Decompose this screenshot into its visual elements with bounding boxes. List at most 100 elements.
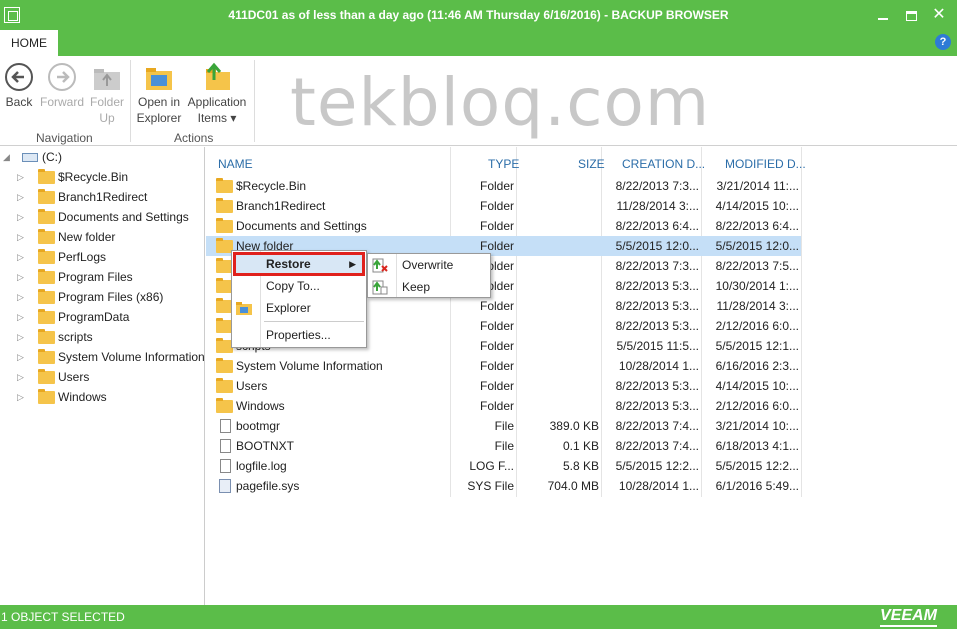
- close-button[interactable]: ✕: [928, 5, 950, 25]
- tree-item[interactable]: ▷ Documents and Settings: [0, 207, 205, 227]
- folder-icon: [216, 398, 233, 413]
- tree-root-drive[interactable]: ◢ (C:): [0, 147, 205, 167]
- table-row[interactable]: Windows Folder 8/22/2013 5:3... 2/12/2016 6…: [206, 396, 801, 416]
- cell-type: SYS File: [467, 479, 514, 493]
- folder-icon: [216, 198, 233, 213]
- collapsed-arrow-icon[interactable]: ▷: [17, 387, 27, 407]
- collapsed-arrow-icon[interactable]: ▷: [17, 167, 27, 187]
- cell-modified: 4/14/2015 10:...: [715, 379, 799, 393]
- maximize-button[interactable]: [900, 5, 922, 25]
- collapsed-arrow-icon[interactable]: ▷: [17, 327, 27, 347]
- menu-item-restore[interactable]: Restore ▶: [233, 252, 365, 276]
- forward-button[interactable]: Forward: [40, 62, 84, 110]
- tree-item[interactable]: ▷ $Recycle.Bin: [0, 167, 205, 187]
- cell-created: 8/22/2013 7:3...: [615, 259, 699, 273]
- column-header-type[interactable]: TYPE: [488, 157, 519, 171]
- collapsed-arrow-icon[interactable]: ▷: [17, 187, 27, 207]
- folder-icon: [38, 209, 55, 224]
- collapsed-arrow-icon[interactable]: ▷: [17, 287, 27, 307]
- window-title: 411DC01 as of less than a day ago (11:46…: [228, 8, 729, 22]
- cell-size: 0.1 KB: [562, 439, 599, 453]
- tree-item[interactable]: ▷ PerfLogs: [0, 247, 205, 267]
- tree-root-label: (C:): [42, 150, 62, 164]
- cell-modified: 3/21/2014 10:...: [715, 419, 799, 433]
- minimize-button[interactable]: [872, 5, 894, 25]
- cell-created: 8/22/2013 5:3...: [615, 319, 699, 333]
- table-row[interactable]: Documents and Settings Folder 8/22/2013 6:…: [206, 216, 801, 236]
- cell-modified: 5/5/2015 12:1...: [715, 339, 799, 353]
- application-items-button[interactable]: Application Items ▾: [186, 62, 248, 126]
- tree-item[interactable]: ▷ New folder: [0, 227, 205, 247]
- tree-item[interactable]: ▷ Program Files: [0, 267, 205, 287]
- column-separator: [801, 147, 802, 497]
- collapsed-arrow-icon[interactable]: ▷: [17, 347, 27, 367]
- tree-item[interactable]: ▷ Windows: [0, 387, 205, 407]
- submenu-arrow-icon: ▶: [349, 259, 356, 269]
- cell-name: Documents and Settings: [236, 219, 367, 233]
- file-icon: [220, 439, 231, 453]
- maximize-icon: [905, 11, 917, 22]
- table-row[interactable]: Branch1Redirect Folder 11/28/2014 3:... 4/1…: [206, 196, 801, 216]
- tree-item[interactable]: ▷ scripts: [0, 327, 205, 347]
- status-text: 1 OBJECT SELECTED: [1, 610, 125, 624]
- tree-item[interactable]: ▷ Program Files (x86): [0, 287, 205, 307]
- menu-item-overwrite[interactable]: Overwrite: [368, 254, 490, 276]
- title-bar: 411DC01 as of less than a day ago (11:46…: [0, 0, 957, 30]
- cell-type: Folder: [479, 299, 514, 313]
- tree-item[interactable]: ▷ System Volume Information: [0, 347, 205, 367]
- table-row[interactable]: BOOTNXT File 0.1 KB 8/22/2013 7:4... 6/18/20…: [206, 436, 801, 456]
- tree-item[interactable]: ▷ Users: [0, 367, 205, 387]
- folder-icon: [38, 289, 55, 304]
- tree-item-label: Branch1Redirect: [58, 190, 148, 204]
- column-header-name[interactable]: NAME: [218, 157, 253, 171]
- table-row[interactable]: logfile.log LOG F... 5.8 KB 5/5/2015 12:2..…: [206, 456, 801, 476]
- expanded-arrow-icon[interactable]: ◢: [3, 147, 13, 167]
- keep-icon: [372, 280, 388, 295]
- table-row[interactable]: $Recycle.Bin Folder 8/22/2013 7:3... 3/21/2…: [206, 176, 801, 196]
- tree-item[interactable]: ▷ ProgramData: [0, 307, 205, 327]
- tree-item-label: System Volume Information: [58, 350, 205, 364]
- application-items-label-1: Application: [187, 95, 247, 109]
- collapsed-arrow-icon[interactable]: ▷: [17, 207, 27, 227]
- status-bar: 1 OBJECT SELECTED VEEAM: [0, 605, 957, 629]
- collapsed-arrow-icon[interactable]: ▷: [17, 367, 27, 387]
- ribbon: tekbloq.com Back Forward Folder Up Navig…: [0, 56, 957, 146]
- table-row[interactable]: pagefile.sys SYS File 704.0 MB 10/28/2014 1…: [206, 476, 801, 496]
- cell-modified: 2/12/2016 6:0...: [715, 399, 799, 413]
- column-header-creation-date[interactable]: CREATION D...: [622, 157, 705, 171]
- table-row[interactable]: bootmgr File 389.0 KB 8/22/2013 7:4... 3/21/…: [206, 416, 801, 436]
- tab-home[interactable]: HOME: [0, 30, 58, 56]
- cell-created: 10/28/2014 1...: [618, 479, 699, 493]
- collapsed-arrow-icon[interactable]: ▷: [17, 227, 27, 247]
- menu-item-properties[interactable]: Properties...: [232, 324, 366, 346]
- open-in-explorer-button[interactable]: Open in Explorer: [136, 62, 182, 126]
- forward-label: Forward: [40, 95, 85, 109]
- folder-icon: [38, 189, 55, 204]
- cell-modified: 4/14/2015 10:...: [715, 199, 799, 213]
- column-header-size[interactable]: SIZE: [578, 157, 605, 171]
- collapsed-arrow-icon[interactable]: ▷: [17, 247, 27, 267]
- menu-item-properties-label: Properties...: [266, 328, 331, 342]
- ribbon-tab-row: HOME ?: [0, 30, 957, 56]
- application-items-label-2: Items ▾: [197, 111, 237, 125]
- tree-item-label: New folder: [58, 230, 116, 244]
- cell-created: 8/22/2013 6:4...: [615, 219, 699, 233]
- cell-type: LOG F...: [469, 459, 514, 473]
- table-row[interactable]: System Volume Information Folder 10/28/201…: [206, 356, 801, 376]
- context-menu: Restore ▶ Copy To... Explorer Properties…: [231, 250, 367, 348]
- menu-item-explorer[interactable]: Explorer: [232, 297, 366, 319]
- cell-modified: 5/5/2015 12:2...: [715, 459, 799, 473]
- help-button[interactable]: ?: [935, 34, 951, 50]
- folder-up-button[interactable]: Folder Up: [88, 62, 126, 126]
- collapsed-arrow-icon[interactable]: ▷: [17, 267, 27, 287]
- collapsed-arrow-icon[interactable]: ▷: [17, 307, 27, 327]
- tree-item[interactable]: ▷ Branch1Redirect: [0, 187, 205, 207]
- file-icon: [220, 459, 231, 473]
- menu-item-restore-label: Restore: [266, 257, 311, 271]
- cell-type: Folder: [479, 319, 514, 333]
- menu-item-copy-to[interactable]: Copy To...: [232, 275, 366, 297]
- table-row[interactable]: Users Folder 8/22/2013 5:3... 4/14/2015 10:…: [206, 376, 801, 396]
- menu-item-keep[interactable]: Keep: [368, 276, 490, 298]
- back-button[interactable]: Back: [4, 62, 34, 110]
- column-header-modified-date[interactable]: MODIFIED D...: [725, 157, 806, 171]
